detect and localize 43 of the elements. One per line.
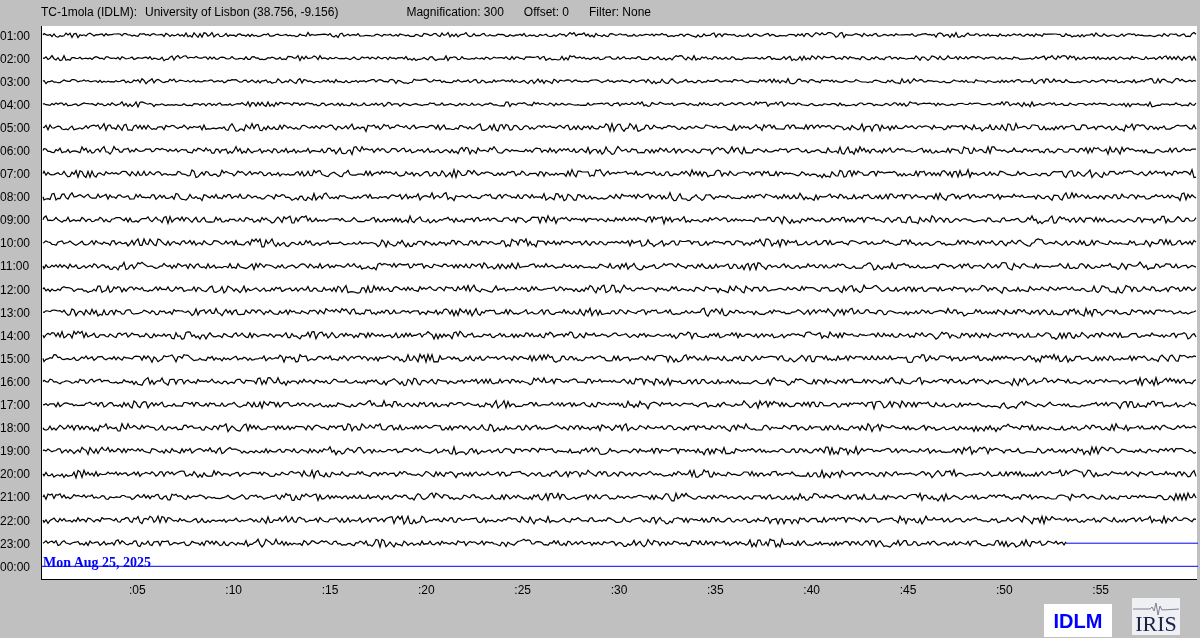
hour-label: 13:00 (0, 306, 31, 319)
time-tick-label: :50 (996, 584, 1013, 596)
time-tick-label: :25 (514, 584, 531, 596)
hour-label: 16:00 (0, 375, 31, 388)
station-name: TC-1mola (IDLM): (41, 4, 137, 21)
time-tick-label: :15 (321, 584, 339, 596)
filter-label: Filter: None (589, 4, 652, 21)
hour-label: 08:00 (0, 191, 31, 204)
magnification-label: Magnification: 300 (406, 4, 504, 21)
hour-label: 23:00 (0, 537, 31, 550)
time-tick-label: :55 (1092, 584, 1109, 596)
hour-label: 07:00 (0, 168, 31, 181)
time-tick-label: :45 (899, 584, 917, 596)
offset-label: Offset: 0 (523, 4, 569, 21)
hour-label: 12:00 (0, 283, 31, 296)
hour-label: 20:00 (0, 468, 31, 481)
station-location: University of Lisbon (38.756, -9.156) (145, 4, 339, 21)
hour-label: 05:00 (0, 121, 31, 134)
time-tick-label: :30 (610, 584, 628, 596)
station-logo: IDLM (1044, 604, 1112, 637)
time-tick-label: :10 (225, 584, 242, 596)
seismogram-icon (1132, 602, 1180, 616)
hour-label: 17:00 (0, 399, 31, 412)
network-logo: IRIS (1132, 598, 1180, 635)
hour-label: 09:00 (0, 214, 31, 227)
hour-label: 06:00 (0, 145, 31, 157)
hour-label: 04:00 (0, 98, 31, 111)
time-tick-label: :35 (707, 584, 724, 596)
hour-label: 03:00 (0, 75, 31, 88)
hour-label: 14:00 (0, 329, 31, 342)
hour-label: 18:00 (0, 422, 31, 435)
hour-label: 02:00 (0, 52, 31, 65)
hour-label: 19:00 (0, 445, 31, 458)
time-tick-label: :40 (803, 584, 820, 596)
time-tick-label: :20 (418, 584, 435, 596)
hour-label: 11:00 (0, 260, 30, 273)
hour-label: 22:00 (0, 514, 31, 527)
hour-label: 15:00 (0, 352, 31, 365)
hour-label: 21:00 (0, 491, 31, 504)
hour-label: 10:00 (0, 237, 31, 250)
hour-label: 00:00 (0, 560, 31, 573)
time-tick-label: :05 (129, 584, 146, 596)
hour-label: 01:00 (0, 29, 31, 42)
